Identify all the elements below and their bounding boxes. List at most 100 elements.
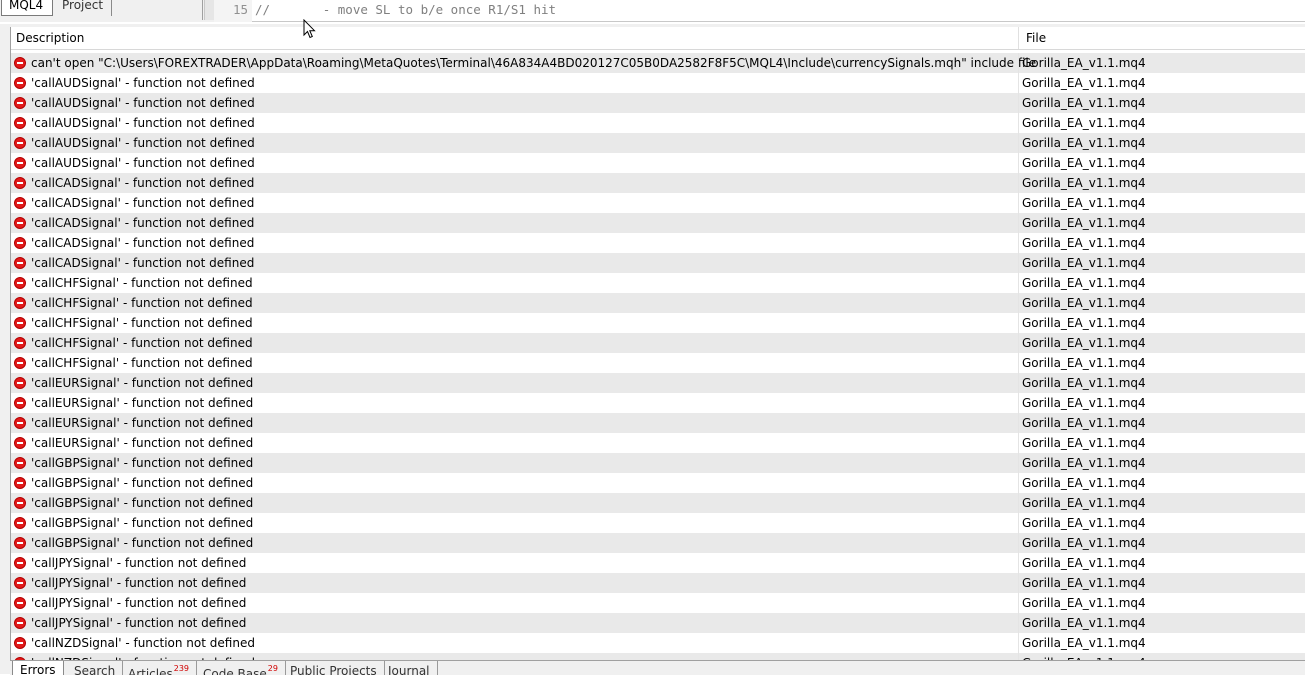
column-divider[interactable] xyxy=(1018,27,1019,49)
code-editor[interactable]: 15 // - move SL to b/e once R1/S1 hit xyxy=(214,0,1305,22)
error-row[interactable]: 'callGBPSignal' - function not defined Go… xyxy=(11,453,1305,473)
error-row[interactable]: 'callGBPSignal' - function not defined Go… xyxy=(11,513,1305,533)
column-divider xyxy=(1018,473,1019,493)
articles-badge: 239 xyxy=(173,664,190,673)
error-row[interactable]: 'callAUDSignal' - function not defined Go… xyxy=(11,113,1305,133)
error-description: can't open "C:\Users\FOREXTRADER\AppData… xyxy=(31,56,1037,70)
error-description: 'callEURSignal' - function not defined xyxy=(31,416,254,430)
error-row[interactable]: 'callGBPSignal' - function not defined Go… xyxy=(11,493,1305,513)
error-row[interactable]: 'callCHFSignal' - function not defined Go… xyxy=(11,293,1305,313)
error-row[interactable]: 'callAUDSignal' - function not defined Go… xyxy=(11,133,1305,153)
error-description: 'callCHFSignal' - function not defined xyxy=(31,336,253,350)
error-description: 'callCHFSignal' - function not defined xyxy=(31,276,253,290)
error-row[interactable]: 'callJPYSignal' - function not defined Go… xyxy=(11,553,1305,573)
error-file: Gorilla_EA_v1.1.mq4 xyxy=(1022,376,1146,390)
error-icon xyxy=(14,177,26,189)
tab-label: Journal xyxy=(388,664,430,675)
column-divider xyxy=(1018,433,1019,453)
tab-label: Public Projects xyxy=(290,664,377,675)
column-divider xyxy=(1018,53,1019,73)
error-row[interactable]: 'callCHFSignal' - function not defined Go… xyxy=(11,273,1305,293)
error-file: Gorilla_EA_v1.1.mq4 xyxy=(1022,136,1146,150)
error-icon xyxy=(14,217,26,229)
errors-list[interactable]: Description File can't open "C:\Users\FO… xyxy=(10,27,1305,660)
list-header: Description File xyxy=(11,27,1305,50)
column-header-file[interactable]: File xyxy=(1026,27,1046,49)
column-divider xyxy=(1018,413,1019,433)
error-row[interactable]: 'callCADSignal' - function not defined Go… xyxy=(11,173,1305,193)
error-row[interactable]: 'callCHFSignal' - function not defined Go… xyxy=(11,333,1305,353)
error-file: Gorilla_EA_v1.1.mq4 xyxy=(1022,56,1146,70)
tab-code-base[interactable]: Code Base29 xyxy=(196,661,286,675)
error-icon xyxy=(14,97,26,109)
error-description: 'callNZDSignal' - function not defined xyxy=(31,653,255,660)
error-file: Gorilla_EA_v1.1.mq4 xyxy=(1022,496,1146,510)
tab-label: Search xyxy=(74,664,116,675)
tab-public-projects[interactable]: Public Projects xyxy=(283,661,385,675)
error-row[interactable]: 'callCHFSignal' - function not defined Go… xyxy=(11,313,1305,333)
error-description: 'callCADSignal' - function not defined xyxy=(31,196,255,210)
tab-errors[interactable]: Errors xyxy=(12,661,64,675)
error-rows: can't open "C:\Users\FOREXTRADER\AppData… xyxy=(11,53,1305,660)
error-row[interactable]: 'callCADSignal' - function not defined Go… xyxy=(11,253,1305,273)
tab-articles[interactable]: Articles239 xyxy=(121,661,198,675)
error-row[interactable]: 'callCHFSignal' - function not defined Go… xyxy=(11,353,1305,373)
error-row[interactable]: 'callEURSignal' - function not defined Go… xyxy=(11,413,1305,433)
tab-journal[interactable]: Journal xyxy=(381,661,438,675)
error-icon xyxy=(14,417,26,429)
error-file: Gorilla_EA_v1.1.mq4 xyxy=(1022,76,1146,90)
error-row[interactable]: 'callGBPSignal' - function not defined Go… xyxy=(11,533,1305,553)
error-icon xyxy=(14,457,26,469)
navigator-tab-mql4[interactable]: MQL4 xyxy=(1,0,53,16)
column-divider xyxy=(1018,533,1019,553)
toolbox-panel: oolbox Description File can't open "C:\U… xyxy=(0,24,1305,683)
error-icon xyxy=(14,277,26,289)
column-divider xyxy=(1018,113,1019,133)
error-row[interactable]: 'callJPYSignal' - function not defined Go… xyxy=(11,593,1305,613)
error-icon xyxy=(14,57,26,69)
error-description: 'callGBPSignal' - function not defined xyxy=(31,516,254,530)
tab-search[interactable]: Search xyxy=(67,661,124,675)
error-row[interactable]: 'callGBPSignal' - function not defined Go… xyxy=(11,473,1305,493)
error-description: 'callAUDSignal' - function not defined xyxy=(31,136,255,150)
error-description: 'callCHFSignal' - function not defined xyxy=(31,296,253,310)
error-file: Gorilla_EA_v1.1.mq4 xyxy=(1022,156,1146,170)
error-icon xyxy=(14,497,26,509)
code-line[interactable]: // - move SL to b/e once R1/S1 hit xyxy=(255,2,556,17)
error-row[interactable]: 'callJPYSignal' - function not defined Go… xyxy=(11,573,1305,593)
error-file: Gorilla_EA_v1.1.mq4 xyxy=(1022,396,1146,410)
error-row[interactable]: 'callJPYSignal' - function not defined Go… xyxy=(11,613,1305,633)
error-row[interactable]: 'callCADSignal' - function not defined Go… xyxy=(11,213,1305,233)
error-file: Gorilla_EA_v1.1.mq4 xyxy=(1022,416,1146,430)
error-description: 'callGBPSignal' - function not defined xyxy=(31,496,254,510)
error-icon xyxy=(14,397,26,409)
error-file: Gorilla_EA_v1.1.mq4 xyxy=(1022,576,1146,590)
column-divider xyxy=(1018,493,1019,513)
error-icon xyxy=(14,637,26,649)
error-row[interactable]: 'callNZDSignal' - function not defined Go… xyxy=(11,653,1305,660)
column-divider xyxy=(1018,353,1019,373)
navigator-pane: MQL4 Project xyxy=(0,0,203,20)
error-row[interactable]: 'callAUDSignal' - function not defined Go… xyxy=(11,153,1305,173)
error-row[interactable]: 'callAUDSignal' - function not defined Go… xyxy=(11,93,1305,113)
error-icon xyxy=(14,437,26,449)
column-divider xyxy=(1018,313,1019,333)
error-description: 'callCADSignal' - function not defined xyxy=(31,176,255,190)
column-header-description[interactable]: Description xyxy=(16,27,84,49)
error-row[interactable]: 'callCADSignal' - function not defined Go… xyxy=(11,233,1305,253)
error-row[interactable]: 'callEURSignal' - function not defined Go… xyxy=(11,373,1305,393)
error-description: 'callAUDSignal' - function not defined xyxy=(31,156,255,170)
error-row[interactable]: can't open "C:\Users\FOREXTRADER\AppData… xyxy=(11,53,1305,73)
column-divider xyxy=(1018,653,1019,660)
navigator-tab-project[interactable]: Project xyxy=(55,0,113,16)
error-description: 'callEURSignal' - function not defined xyxy=(31,396,254,410)
error-row[interactable]: 'callCADSignal' - function not defined Go… xyxy=(11,193,1305,213)
error-row[interactable]: 'callEURSignal' - function not defined Go… xyxy=(11,433,1305,453)
error-row[interactable]: 'callEURSignal' - function not defined Go… xyxy=(11,393,1305,413)
error-file: Gorilla_EA_v1.1.mq4 xyxy=(1022,276,1146,290)
line-number-gutter: 15 xyxy=(214,0,252,22)
error-row[interactable]: 'callNZDSignal' - function not defined Go… xyxy=(11,633,1305,653)
error-file: Gorilla_EA_v1.1.mq4 xyxy=(1022,516,1146,530)
error-row[interactable]: 'callAUDSignal' - function not defined Go… xyxy=(11,73,1305,93)
error-icon xyxy=(14,77,26,89)
